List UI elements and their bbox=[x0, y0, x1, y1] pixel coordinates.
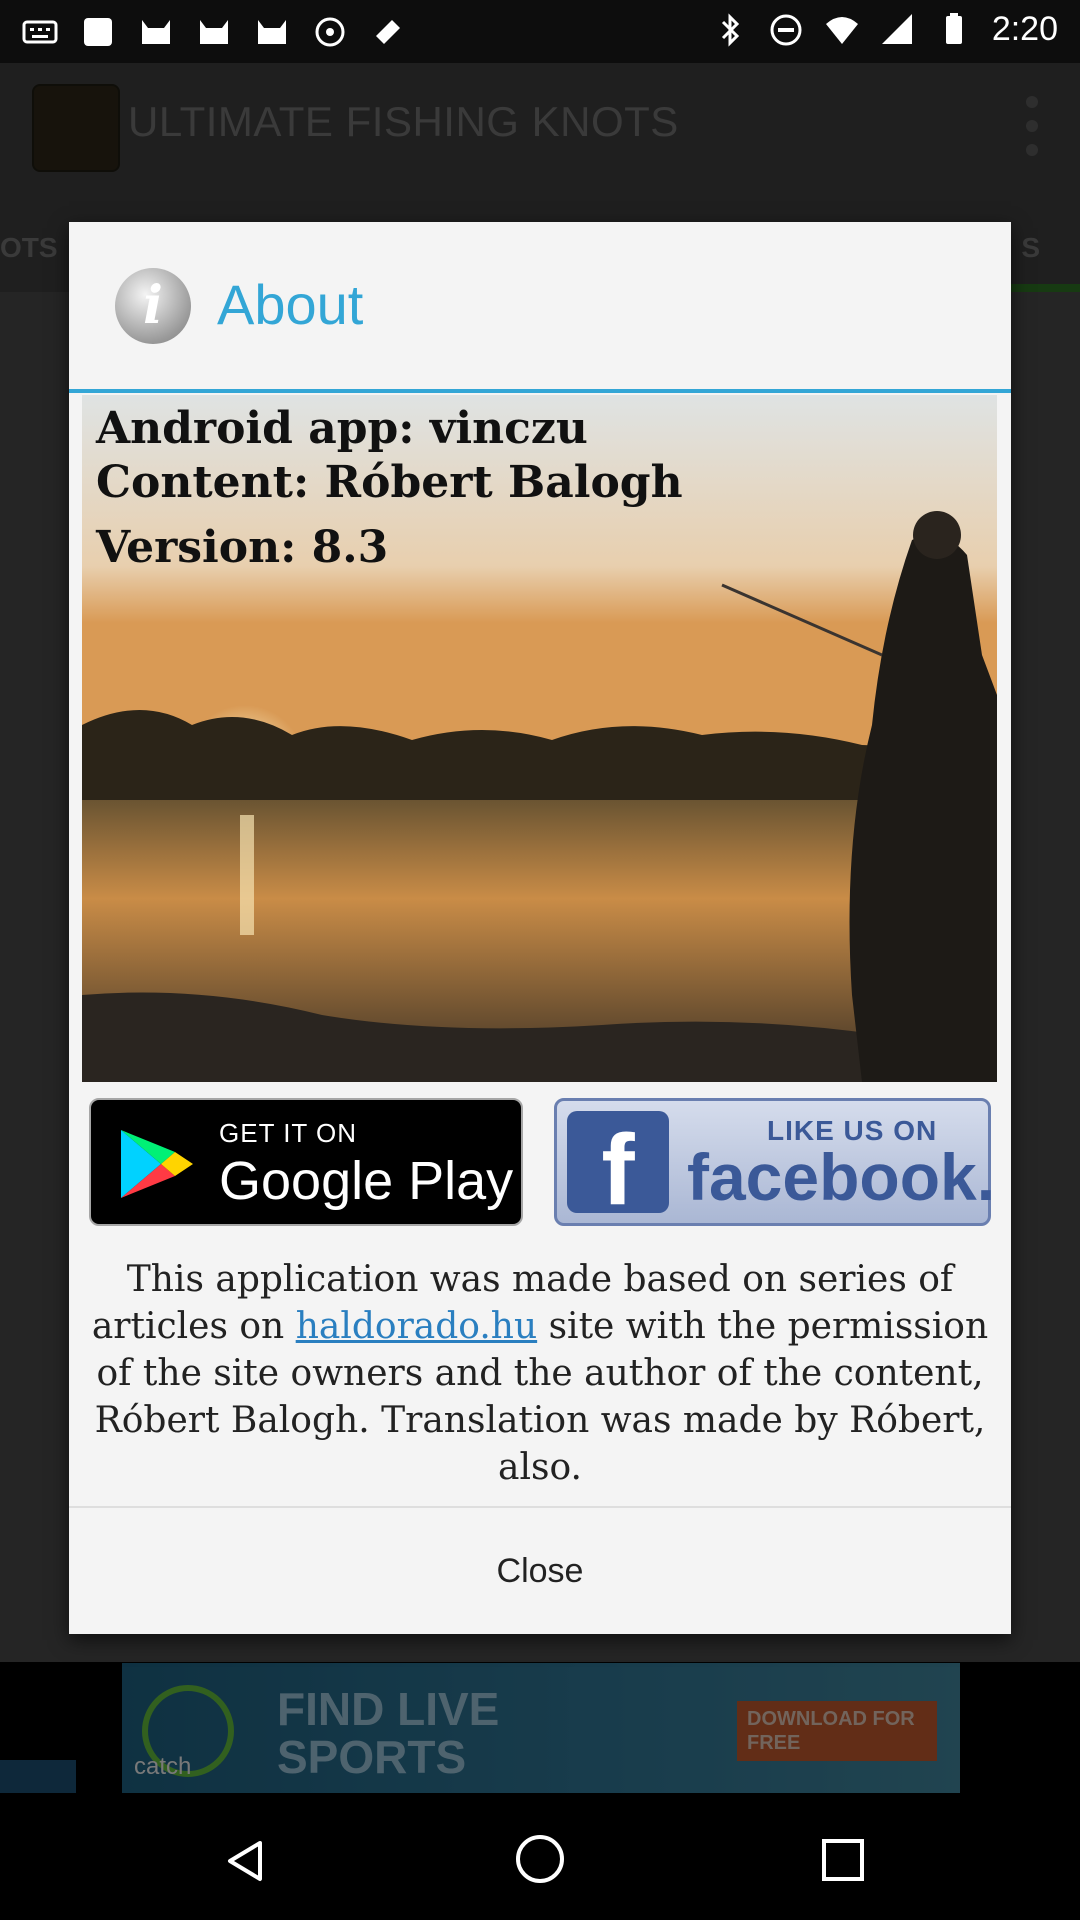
facebook-icon: f bbox=[567, 1111, 669, 1226]
navigation-bar bbox=[0, 1795, 1080, 1920]
close-button[interactable]: Close bbox=[69, 1508, 1011, 1634]
facebook-badge[interactable]: f LIKE US ON facebook. bbox=[554, 1098, 995, 1226]
facebook-wordmark: facebook. bbox=[687, 1140, 996, 1214]
cat-icon bbox=[258, 20, 286, 44]
back-icon[interactable] bbox=[222, 1837, 270, 1885]
haldorado-link[interactable]: haldorado.hu bbox=[296, 1306, 537, 1347]
home-icon[interactable] bbox=[514, 1833, 566, 1885]
cat-icon bbox=[142, 20, 170, 44]
info-icon: i bbox=[115, 268, 191, 344]
sync-icon bbox=[315, 17, 345, 47]
version-label: Version: 8.3 bbox=[96, 522, 389, 573]
google-play-icon bbox=[121, 1130, 193, 1198]
google-play-badge[interactable]: GET IT ON Google Play bbox=[89, 1098, 523, 1226]
about-photo: Android app: vinczu Content: Róbert Balo… bbox=[82, 395, 997, 1082]
status-bar: 2:20 bbox=[0, 0, 1080, 63]
dialog-title-divider bbox=[69, 389, 1011, 393]
fake-gps-icon bbox=[376, 20, 400, 44]
google-play-small-text: GET IT ON bbox=[219, 1118, 358, 1148]
about-description: This application was made based on serie… bbox=[89, 1256, 991, 1491]
battery-icon bbox=[945, 12, 962, 44]
wifi-icon bbox=[825, 16, 858, 44]
content-credit: Content: Róbert Balogh bbox=[96, 457, 683, 508]
clock: 2:20 bbox=[991, 10, 1058, 48]
keyboard-icon bbox=[22, 20, 58, 44]
do-not-disturb-icon bbox=[770, 14, 802, 45]
google-play-big-text: Google Play bbox=[219, 1151, 514, 1211]
dialog-title: About bbox=[217, 273, 364, 336]
dialog-header: i About bbox=[69, 222, 1011, 389]
signal-icon bbox=[881, 13, 912, 44]
bluetooth-icon bbox=[721, 12, 739, 47]
about-dialog: i About Android app: vinczu Content: Rób… bbox=[69, 222, 1011, 1634]
recents-icon[interactable] bbox=[820, 1837, 866, 1883]
app-credit: Android app: vinczu bbox=[96, 403, 588, 454]
cat-icon bbox=[200, 20, 228, 44]
notification-icon bbox=[84, 18, 112, 46]
